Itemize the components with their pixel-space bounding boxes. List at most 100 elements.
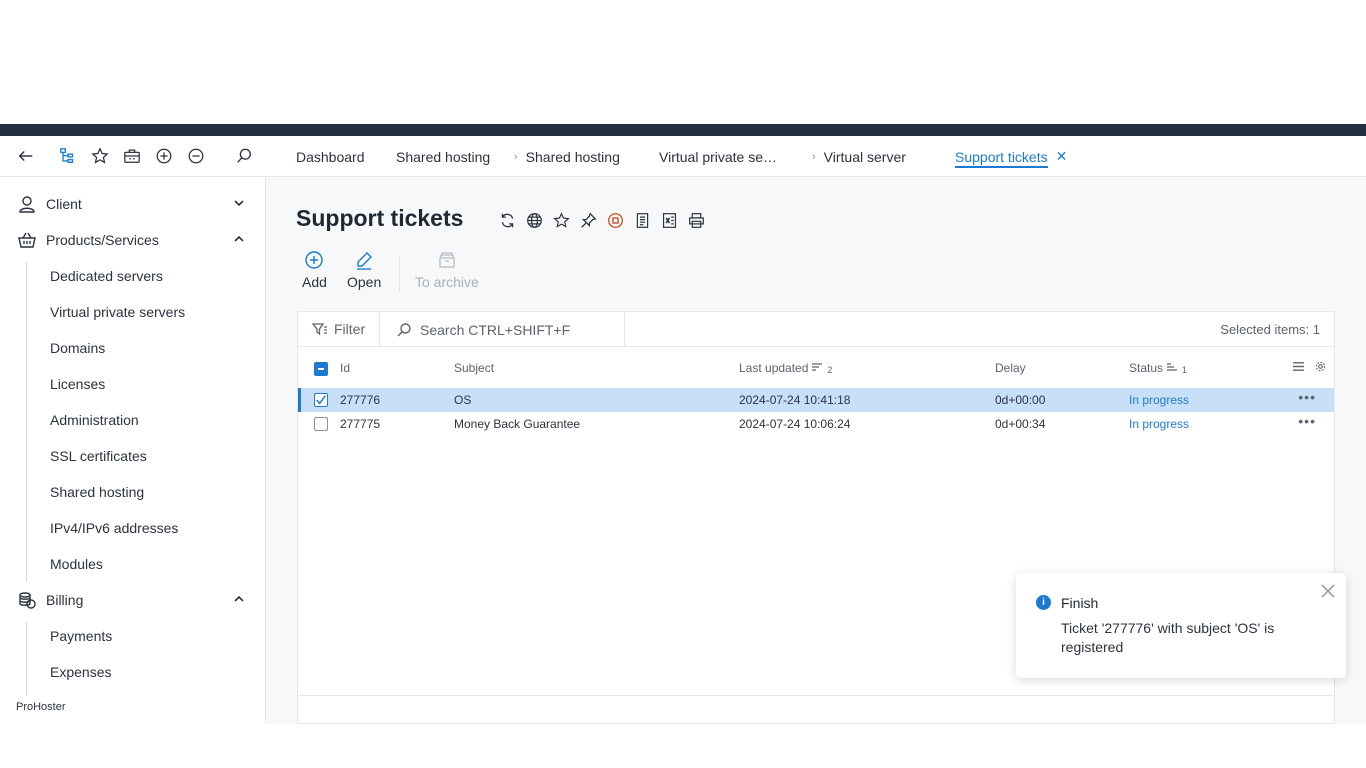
settings-gear-icon[interactable] bbox=[1315, 361, 1326, 372]
title-icon-bar bbox=[498, 210, 714, 230]
chevron-down-icon[interactable] bbox=[232, 196, 246, 210]
table-toolbar: Filter Selected items: 1 bbox=[298, 312, 1334, 347]
sidebar-item-dedicated-servers[interactable]: Dedicated servers bbox=[50, 266, 163, 286]
add-circle-icon bbox=[305, 251, 324, 269]
tab-support-tickets[interactable]: Support tickets ✕ bbox=[955, 136, 1067, 177]
sidebar-item-virtual-private-servers[interactable]: Virtual private servers bbox=[50, 302, 185, 322]
column-header-id[interactable]: Id bbox=[340, 361, 350, 375]
toast-title: Finish bbox=[1061, 595, 1099, 611]
table-footer-divider bbox=[298, 695, 1334, 696]
sidebar-group-client[interactable]: Client bbox=[16, 192, 246, 216]
toast-message: Ticket '277776' with subject 'OS' is reg… bbox=[1061, 620, 1275, 655]
chevron-right-icon: › bbox=[812, 150, 816, 163]
back-arrow-icon[interactable] bbox=[16, 146, 36, 166]
open-button-label: Open bbox=[347, 274, 382, 290]
row-more-icon[interactable]: ••• bbox=[1298, 389, 1316, 405]
column-header-status[interactable]: Status 1 bbox=[1129, 361, 1187, 375]
sidebar-item-licenses[interactable]: Licenses bbox=[50, 374, 105, 394]
brand-label: ProHoster bbox=[16, 701, 66, 713]
star-icon[interactable] bbox=[90, 146, 110, 166]
cell-last-updated: 2024-07-24 10:41:18 bbox=[739, 393, 851, 407]
zoom-in-icon[interactable] bbox=[154, 146, 174, 166]
briefcase-icon[interactable] bbox=[122, 146, 142, 166]
select-all-checkbox[interactable] bbox=[314, 362, 328, 376]
table-header: Id Subject Last updated 2 Delay Status 1 bbox=[298, 348, 1334, 388]
cell-delay: 0d+00:34 bbox=[995, 417, 1046, 431]
zoom-out-icon[interactable] bbox=[186, 146, 206, 166]
sort-asc-icon bbox=[1167, 363, 1178, 371]
search-icon[interactable] bbox=[234, 146, 254, 166]
sidebar-tree-line bbox=[26, 262, 27, 582]
tab-virtual-private-servers[interactable]: Virtual private se… bbox=[659, 136, 812, 177]
table-row[interactable]: 277776 OS 2024-07-24 10:41:18 0d+00:00 I… bbox=[298, 388, 1334, 412]
add-button[interactable]: Add bbox=[302, 250, 327, 290]
page-title: Support tickets bbox=[296, 205, 464, 231]
sidebar-item-administration[interactable]: Administration bbox=[50, 410, 139, 430]
table-row[interactable]: 277775 Money Back Guarantee 2024-07-24 1… bbox=[298, 412, 1334, 436]
column-menu-icon[interactable] bbox=[1292, 360, 1305, 373]
print-icon[interactable] bbox=[687, 210, 705, 230]
coins-icon bbox=[16, 589, 38, 611]
cell-id: 277776 bbox=[340, 393, 381, 407]
sidebar-group-products[interactable]: Products/Services bbox=[16, 228, 246, 252]
close-tab-icon[interactable]: ✕ bbox=[1056, 148, 1068, 165]
basket-icon bbox=[16, 229, 38, 251]
sidebar-group-label: Products/Services bbox=[46, 232, 159, 248]
sidebar-item-ip-addresses[interactable]: IPv4/IPv6 addresses bbox=[50, 518, 178, 538]
sidebar-group-label: Billing bbox=[46, 592, 84, 608]
top-toolbar: Dashboard Shared hosting › Shared hosting… bbox=[0, 136, 1366, 177]
chevron-up-icon[interactable] bbox=[232, 232, 246, 246]
filter-button[interactable]: Filter bbox=[312, 321, 365, 337]
stop-icon[interactable] bbox=[606, 210, 624, 230]
selected-items-count: Selected items: 1 bbox=[1220, 322, 1320, 337]
archive-icon bbox=[439, 252, 455, 268]
cell-status: In progress bbox=[1129, 417, 1190, 431]
sidebar-item-domains[interactable]: Domains bbox=[50, 338, 105, 358]
column-header-subject[interactable]: Subject bbox=[454, 361, 494, 375]
table-search bbox=[379, 312, 625, 347]
star-icon[interactable] bbox=[552, 210, 570, 230]
column-header-delay[interactable]: Delay bbox=[995, 361, 1026, 375]
tab-shared-hosting-detail[interactable]: › Shared hosting bbox=[514, 136, 659, 177]
sidebar-item-expenses[interactable]: Expenses bbox=[50, 662, 111, 682]
filter-icon bbox=[312, 323, 327, 336]
chevron-up-icon[interactable] bbox=[232, 592, 246, 606]
document-icon[interactable] bbox=[633, 210, 651, 230]
chevron-right-icon: › bbox=[514, 150, 518, 163]
sidebar-group-label: Client bbox=[46, 196, 82, 212]
tab-shared-hosting[interactable]: Shared hosting bbox=[396, 136, 514, 177]
check-icon bbox=[316, 395, 326, 405]
cell-id: 277775 bbox=[340, 417, 381, 431]
globe-icon[interactable] bbox=[525, 210, 543, 230]
cell-subject: OS bbox=[454, 393, 472, 407]
search-icon bbox=[397, 322, 411, 336]
sort-desc-icon bbox=[812, 363, 823, 371]
tree-menu-icon[interactable] bbox=[58, 146, 78, 166]
tab-dashboard[interactable]: Dashboard bbox=[296, 136, 396, 177]
column-header-last-updated[interactable]: Last updated 2 bbox=[739, 361, 832, 375]
cell-subject: Money Back Guarantee bbox=[454, 417, 581, 431]
tab-virtual-server[interactable]: › Virtual server bbox=[812, 136, 955, 177]
close-icon[interactable] bbox=[1320, 583, 1336, 599]
row-checkbox[interactable] bbox=[314, 393, 328, 407]
row-more-icon[interactable]: ••• bbox=[1298, 413, 1316, 429]
search-input[interactable] bbox=[420, 321, 620, 338]
sidebar-item-modules[interactable]: Modules bbox=[50, 554, 103, 574]
sidebar-item-shared-hosting[interactable]: Shared hosting bbox=[50, 482, 144, 502]
top-dark-bar bbox=[0, 124, 1366, 136]
pin-icon[interactable] bbox=[579, 210, 597, 230]
user-icon bbox=[16, 193, 38, 215]
excel-export-icon[interactable] bbox=[660, 210, 678, 230]
sidebar-tree-line bbox=[26, 622, 27, 696]
cell-status: In progress bbox=[1129, 393, 1190, 407]
sidebar-group-billing[interactable]: Billing bbox=[16, 588, 246, 612]
sidebar-item-ssl-certificates[interactable]: SSL certificates bbox=[50, 446, 147, 466]
sidebar-item-payments[interactable]: Payments bbox=[50, 626, 112, 646]
row-checkbox[interactable] bbox=[314, 417, 328, 431]
to-archive-button[interactable]: To archive bbox=[415, 250, 479, 290]
cell-delay: 0d+00:00 bbox=[995, 393, 1046, 407]
sort-order-number: 1 bbox=[1182, 364, 1188, 375]
cell-last-updated: 2024-07-24 10:06:24 bbox=[739, 417, 851, 431]
refresh-icon[interactable] bbox=[498, 210, 516, 230]
open-button[interactable]: Open bbox=[347, 250, 381, 290]
